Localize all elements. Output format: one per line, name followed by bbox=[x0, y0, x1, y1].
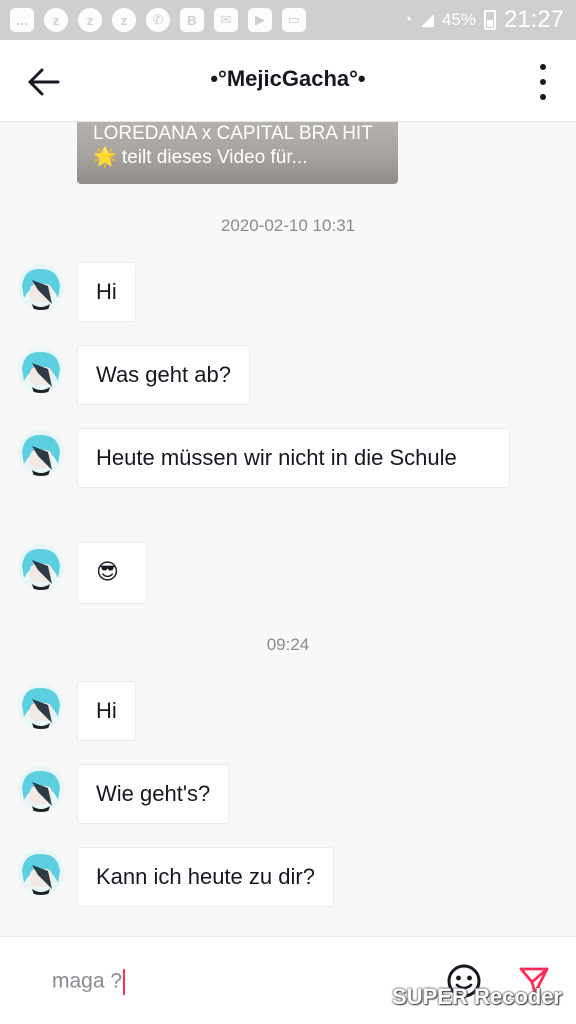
app-z-icon: z bbox=[78, 8, 102, 32]
avatar[interactable] bbox=[18, 683, 64, 729]
app-z-icon: z bbox=[44, 8, 68, 32]
clock: 21:27 bbox=[503, 6, 564, 33]
b-icon: B bbox=[180, 8, 204, 32]
avatar[interactable] bbox=[18, 430, 64, 476]
avatar-image bbox=[18, 766, 64, 812]
avatar[interactable] bbox=[18, 347, 64, 393]
mail-icon: ✉ bbox=[214, 8, 238, 32]
message-bubble[interactable]: Wie geht's? bbox=[77, 764, 230, 824]
timestamp: 2020-02-10 10:31 bbox=[220, 216, 356, 235]
message-bubble[interactable]: Hi bbox=[77, 262, 136, 322]
message-icon: … bbox=[10, 8, 34, 32]
message-row: Hi bbox=[18, 262, 136, 322]
message-bubble[interactable]: 😎 bbox=[77, 542, 147, 604]
message-row: Heute müssen wir nicht in die Schule bbox=[18, 428, 510, 488]
status-right: ◔ ◢ 45% 21:27 bbox=[403, 0, 564, 40]
message-row: Was geht ab? bbox=[18, 345, 250, 405]
shared-video-text: LOREDANA x CAPITAL BRA HIT🌟 teilt dieses… bbox=[93, 123, 373, 168]
chat-header: •°MejicGacha°• bbox=[0, 40, 576, 122]
video-icon: ▶ bbox=[248, 8, 272, 32]
message-bubble[interactable]: Kann ich heute zu dir? bbox=[77, 847, 334, 907]
message-input[interactable]: maga ? bbox=[52, 969, 126, 995]
avatar-image bbox=[18, 430, 64, 476]
more-dot-icon bbox=[540, 79, 546, 85]
notification-icons: … z z z ✆ B ✉ ▶ ▭ bbox=[10, 8, 306, 32]
message-input-value: maga ? bbox=[52, 969, 123, 993]
message-row: Hi bbox=[18, 681, 136, 741]
cast-icon: ▭ bbox=[282, 8, 306, 32]
message-row: Kann ich heute zu dir? bbox=[18, 847, 334, 907]
message-row: Wie geht's? bbox=[18, 764, 230, 824]
more-dot-icon bbox=[540, 94, 546, 100]
message-bubble[interactable]: Hi bbox=[77, 681, 136, 741]
recorder-watermark: SUPER Recoder bbox=[392, 984, 562, 1009]
avatar[interactable] bbox=[18, 544, 64, 590]
shared-video-card[interactable]: LOREDANA x CAPITAL BRA HIT🌟 teilt dieses… bbox=[77, 122, 398, 184]
signal-icon: ◢ bbox=[420, 10, 434, 29]
message-input-bar: maga ? bbox=[0, 936, 576, 1024]
message-row: 😎 bbox=[18, 542, 147, 604]
avatar-image bbox=[18, 544, 64, 590]
avatar[interactable] bbox=[18, 849, 64, 895]
avatar[interactable] bbox=[18, 264, 64, 310]
timestamp: 09:24 bbox=[266, 635, 310, 654]
chat-area[interactable]: LOREDANA x CAPITAL BRA HIT🌟 teilt dieses… bbox=[0, 122, 576, 936]
battery-icon bbox=[483, 10, 496, 30]
more-dot-icon bbox=[540, 64, 546, 70]
message-bubble[interactable]: Was geht ab? bbox=[77, 345, 250, 405]
avatar-image bbox=[18, 347, 64, 393]
app-z-icon: z bbox=[112, 8, 136, 32]
more-options-button[interactable] bbox=[538, 64, 548, 100]
avatar-image bbox=[18, 683, 64, 729]
status-bar: … z z z ✆ B ✉ ▶ ▭ ◔ ◢ 45% 21:27 bbox=[0, 0, 576, 40]
wifi-icon: ◔ bbox=[402, 10, 413, 29]
avatar-image bbox=[18, 264, 64, 310]
avatar[interactable] bbox=[18, 766, 64, 812]
avatar-image bbox=[18, 849, 64, 895]
battery-percent: 45% bbox=[441, 10, 476, 29]
message-bubble[interactable]: Heute müssen wir nicht in die Schule bbox=[77, 428, 510, 488]
whatsapp-icon: ✆ bbox=[146, 8, 170, 32]
chat-title: •°MejicGacha°• bbox=[210, 66, 366, 91]
text-caret bbox=[123, 969, 126, 995]
